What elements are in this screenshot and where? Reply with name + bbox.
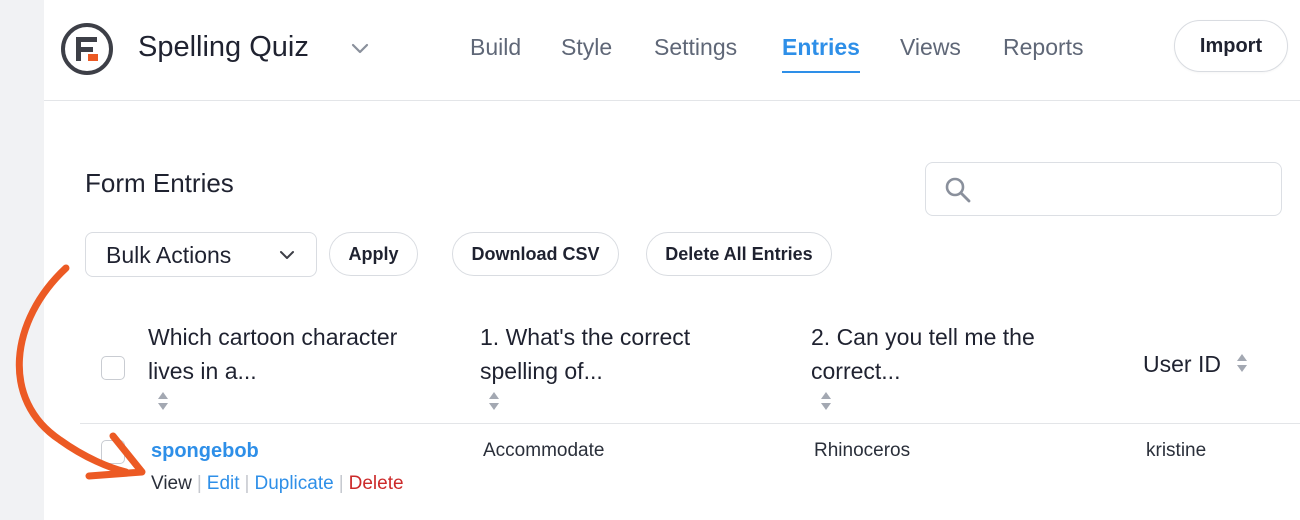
column-header-q2[interactable]: 2. Can you tell me the correct... — [811, 320, 1035, 388]
column-header-line: Which cartoon character — [148, 324, 398, 350]
active-tab-underline — [782, 71, 860, 73]
column-header-line: lives in a... — [148, 358, 257, 384]
sidebar-strip — [0, 0, 44, 520]
cell-q2-answer: Rhinoceros — [814, 440, 911, 461]
cell-user-id: kristine — [1146, 440, 1207, 461]
download-csv-button[interactable]: Download CSV — [452, 232, 619, 276]
main-content: Spelling Quiz Build Style Settings Entri… — [44, 0, 1300, 520]
duplicate-entry-link[interactable]: Duplicate — [254, 473, 333, 494]
column-header-q1[interactable]: 1. What's the correct spelling of... — [480, 320, 690, 388]
row-checkbox[interactable] — [101, 440, 125, 464]
sort-icon[interactable] — [487, 390, 501, 412]
chevron-down-icon — [280, 251, 294, 259]
view-entry-link[interactable]: View — [151, 473, 192, 494]
cell-q1-answer: Accommodate — [483, 440, 605, 461]
delete-all-entries-button[interactable]: Delete All Entries — [646, 232, 832, 276]
table-row-divider — [80, 423, 1300, 424]
column-header-label: User ID — [1143, 351, 1221, 377]
action-separator: | — [338, 473, 344, 494]
nav-tab-entries[interactable]: Entries — [782, 30, 860, 73]
sort-icon[interactable] — [819, 390, 833, 412]
column-header-line: 2. Can you tell me the — [811, 324, 1035, 350]
action-separator: | — [244, 473, 250, 494]
edit-entry-link[interactable]: Edit — [207, 473, 240, 494]
formidable-logo-icon[interactable] — [60, 22, 114, 76]
form-header: Spelling Quiz Build Style Settings Entri… — [44, 0, 1300, 101]
nav-tab-views[interactable]: Views — [900, 30, 961, 64]
sort-icon[interactable] — [156, 390, 170, 412]
page-title: Form Entries — [85, 168, 234, 198]
nav-tab-reports[interactable]: Reports — [1003, 30, 1084, 64]
search-box[interactable] — [925, 162, 1282, 216]
row-actions: View | Edit | Duplicate | Delete — [151, 471, 404, 497]
bulk-actions-select[interactable]: Bulk Actions — [85, 232, 317, 277]
select-all-checkbox[interactable] — [101, 356, 125, 380]
action-separator: | — [196, 473, 202, 494]
delete-entry-link[interactable]: Delete — [349, 473, 404, 494]
entry-answer-link[interactable]: spongebob — [151, 438, 259, 464]
import-button[interactable]: Import — [1174, 20, 1288, 72]
nav-tab-build[interactable]: Build — [470, 30, 521, 64]
nav-tab-settings[interactable]: Settings — [654, 30, 737, 64]
apply-button[interactable]: Apply — [329, 232, 418, 276]
form-title: Spelling Quiz — [138, 31, 309, 63]
column-header-user-id[interactable]: User ID — [1143, 347, 1221, 381]
sort-icon[interactable] — [1235, 352, 1249, 374]
bulk-actions-label: Bulk Actions — [106, 242, 232, 268]
nav-tab-style[interactable]: Style — [561, 30, 612, 64]
search-input[interactable] — [986, 171, 1270, 209]
column-header-line: 1. What's the correct — [480, 324, 691, 350]
column-header-line: correct... — [811, 358, 901, 384]
chevron-down-icon[interactable] — [348, 36, 372, 60]
column-header-cartoon[interactable]: Which cartoon character lives in a... — [148, 320, 397, 388]
search-icon — [945, 177, 971, 203]
nav-tab-entries-label: Entries — [782, 34, 860, 60]
column-header-line: spelling of... — [480, 358, 603, 384]
